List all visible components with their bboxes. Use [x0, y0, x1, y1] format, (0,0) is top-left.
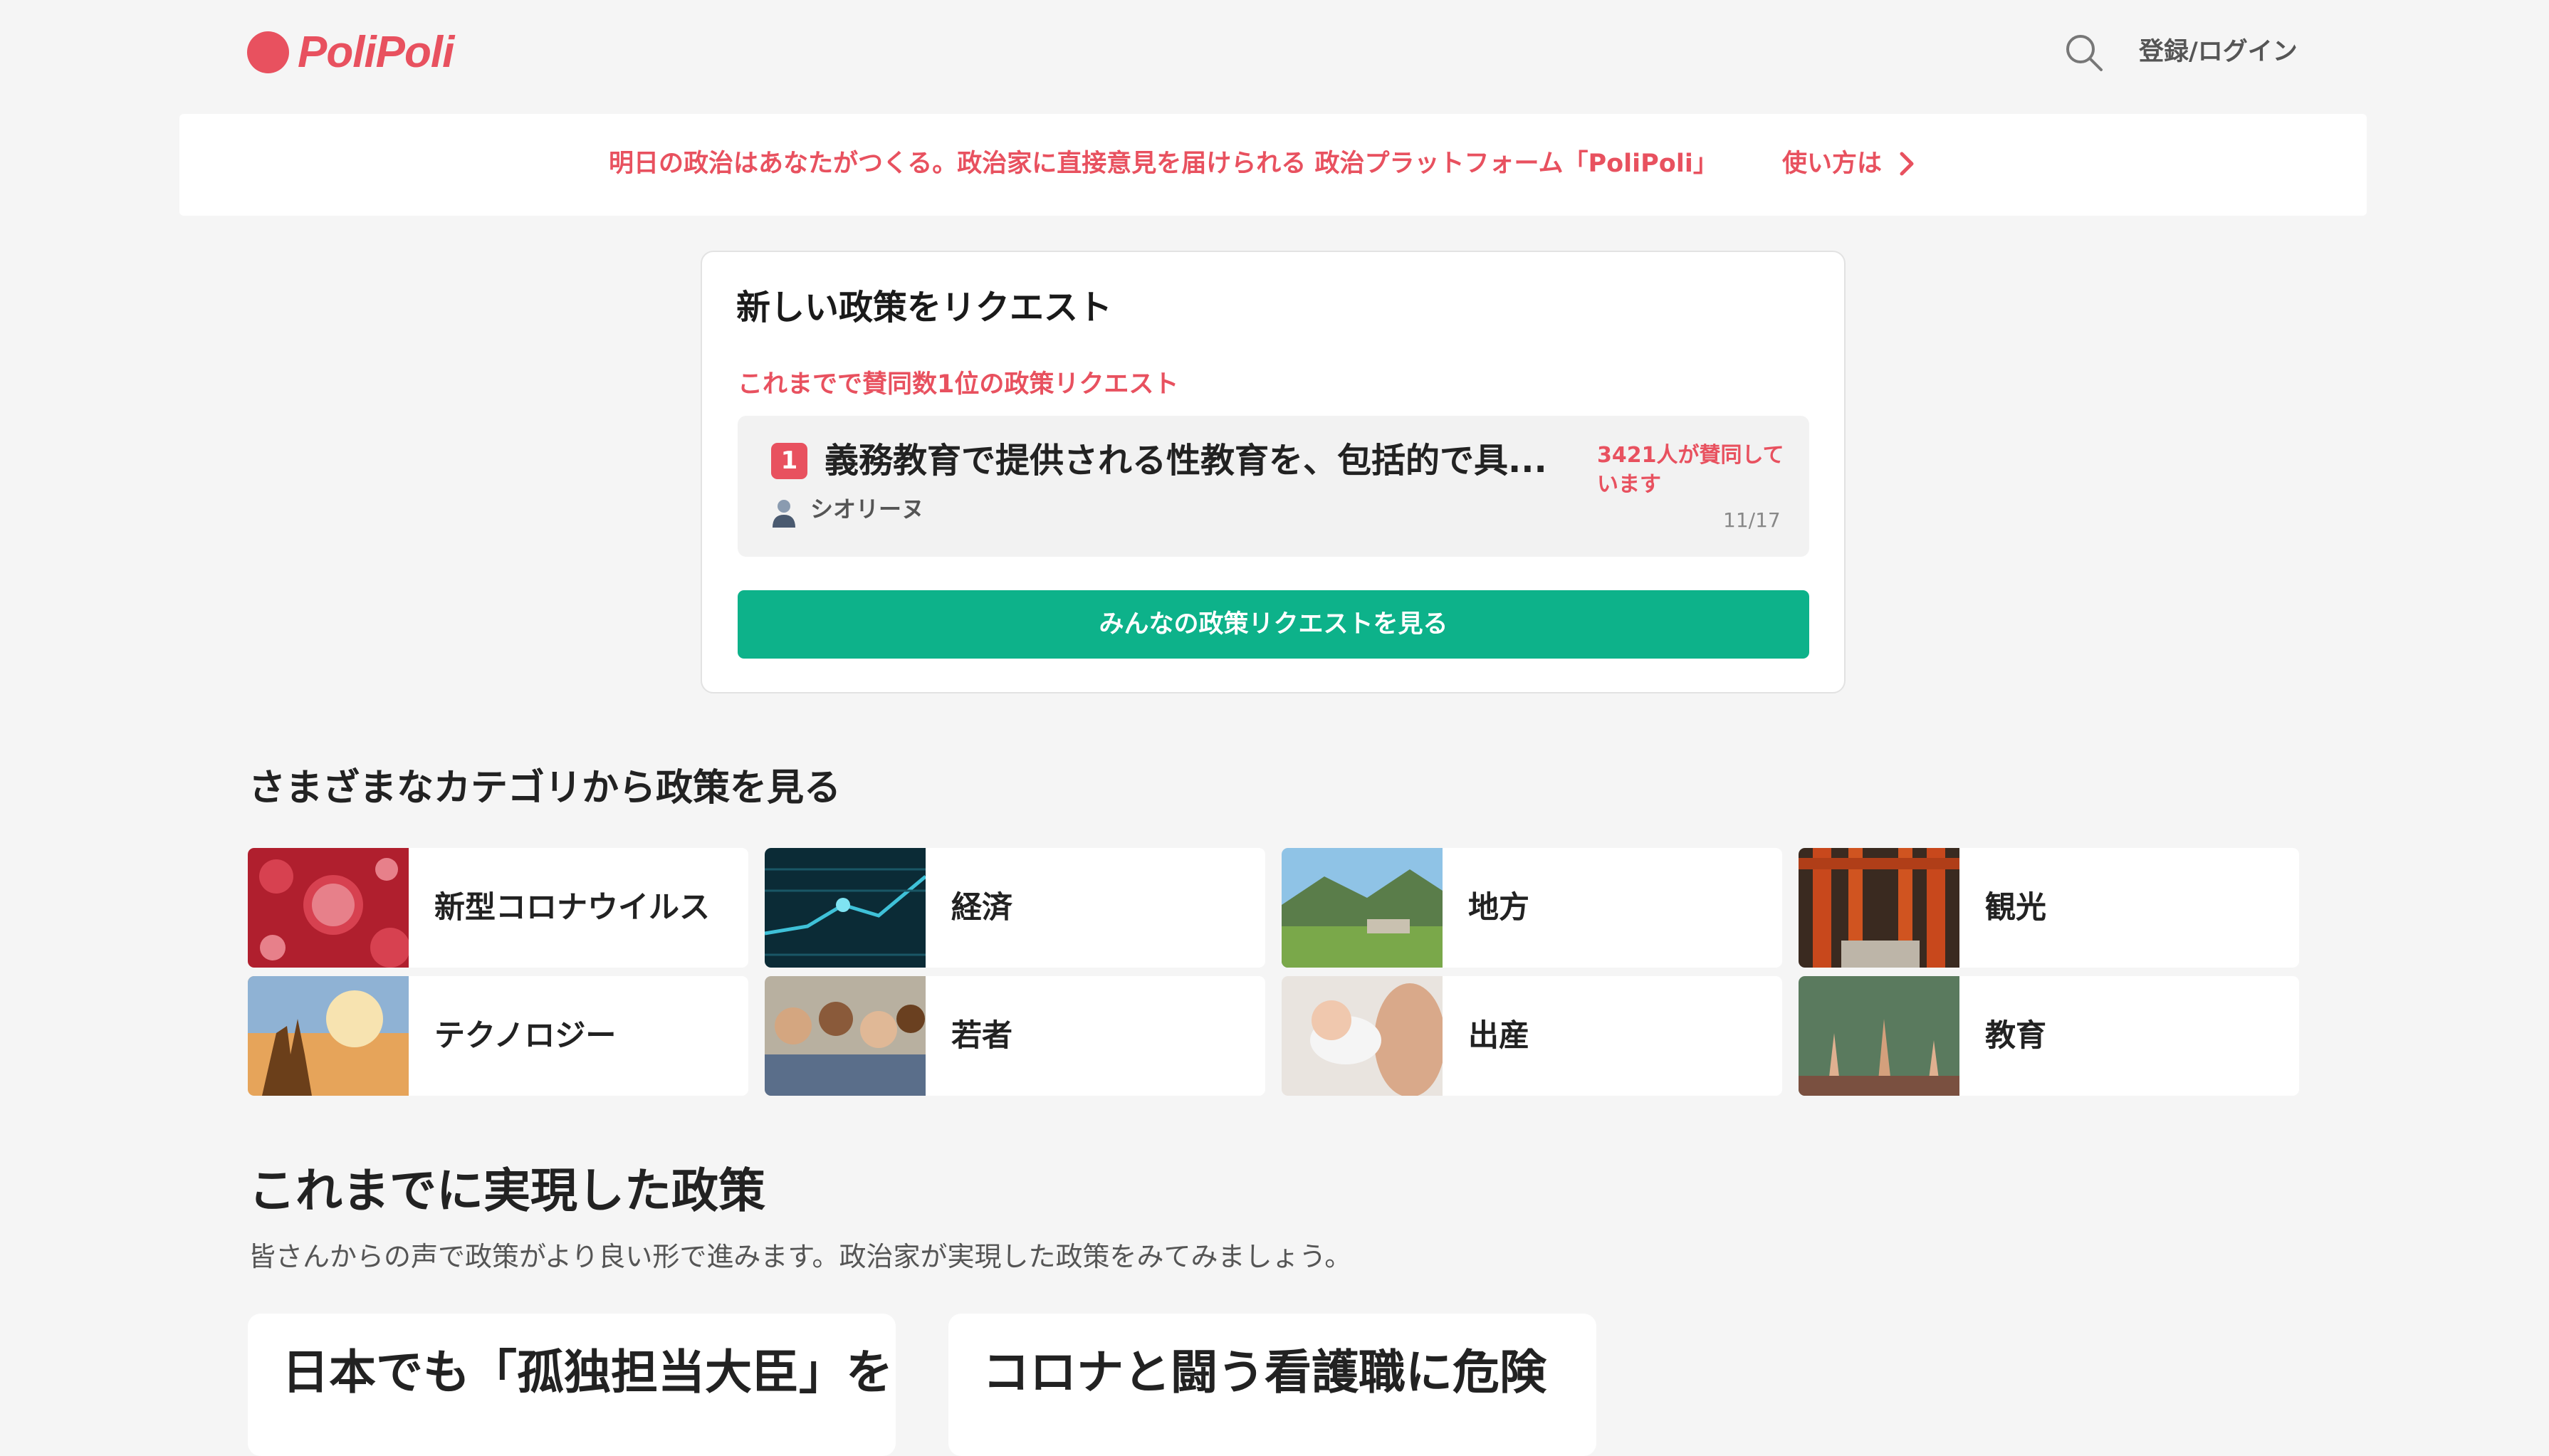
- search-icon[interactable]: [2063, 31, 2105, 74]
- landscape-image: [1282, 848, 1443, 968]
- category-card-economy[interactable]: 経済: [765, 848, 1265, 968]
- author-name[interactable]: シオリーヌ: [810, 493, 924, 525]
- friends-image: [765, 976, 926, 1096]
- logo-text[interactable]: PoliPoli: [298, 24, 454, 81]
- request-title: 新しい政策をリクエスト: [736, 288, 1113, 328]
- category-label: 新型コロナウイルス: [434, 890, 710, 926]
- circuit-image: [765, 848, 926, 968]
- category-card-education[interactable]: 教育: [1799, 976, 2299, 1096]
- realized-policy-card[interactable]: 日本でも「孤独担当大臣」を: [248, 1314, 896, 1456]
- category-card-youth[interactable]: 若者: [765, 976, 1265, 1096]
- logo-mark[interactable]: [247, 31, 289, 73]
- hand-light-image: [248, 976, 409, 1096]
- raised-hands-image: [1799, 976, 1959, 1096]
- virus-image: [248, 848, 409, 968]
- request-subtitle: これまでで賛同数1位の政策リクエスト: [738, 370, 1179, 399]
- category-card-childbirth[interactable]: 出産: [1282, 976, 1782, 1096]
- category-card-covid[interactable]: 新型コロナウイルス: [248, 848, 748, 968]
- howto-link[interactable]: 使い方は: [1782, 146, 1917, 182]
- avatar: [773, 500, 795, 528]
- category-label: 出産: [1468, 1018, 1529, 1054]
- realized-description: 皆さんからの声で政策がより良い形で進みます。政治家が実現した政策をみてみましょう…: [248, 1241, 1352, 1272]
- category-card-regional[interactable]: 地方: [1282, 848, 1782, 968]
- realized-policy-card[interactable]: コロナと闘う看護職に危険: [948, 1314, 1596, 1456]
- torii-image: [1799, 848, 1959, 968]
- request-date: 11/17: [1723, 508, 1781, 532]
- banner-text: 明日の政治はあなたがつくる。政治家に直接意見を届けられる 政治プラットフォーム「…: [609, 150, 1718, 178]
- rank-badge: 1: [771, 443, 807, 479]
- category-card-technology[interactable]: テクノロジー: [248, 976, 748, 1096]
- category-label: 経済: [951, 890, 1012, 926]
- category-card-tourism[interactable]: 観光: [1799, 848, 2299, 968]
- category-label: 教育: [1985, 1018, 2046, 1054]
- top-request-title[interactable]: 義務教育で提供される性教育を、包括的で具...: [825, 439, 1558, 482]
- login-button[interactable]: 登録/ログイン: [2139, 34, 2298, 70]
- baby-image: [1282, 976, 1443, 1096]
- see-all-requests-button[interactable]: みんなの政策リクエストを見る: [738, 590, 1809, 659]
- categories-heading: さまざまなカテゴリから政策を見る: [248, 767, 842, 810]
- category-label: 若者: [951, 1018, 1012, 1054]
- howto-label: 使い方は: [1782, 150, 1883, 178]
- category-label: 観光: [1985, 890, 2046, 926]
- category-label: 地方: [1468, 890, 1529, 926]
- category-label: テクノロジー: [434, 1018, 617, 1054]
- chevron-right-icon: [1900, 152, 1914, 176]
- realized-heading: これまでに実現した政策: [248, 1163, 765, 1218]
- support-count: 3421人が賛同しています: [1597, 443, 1784, 497]
